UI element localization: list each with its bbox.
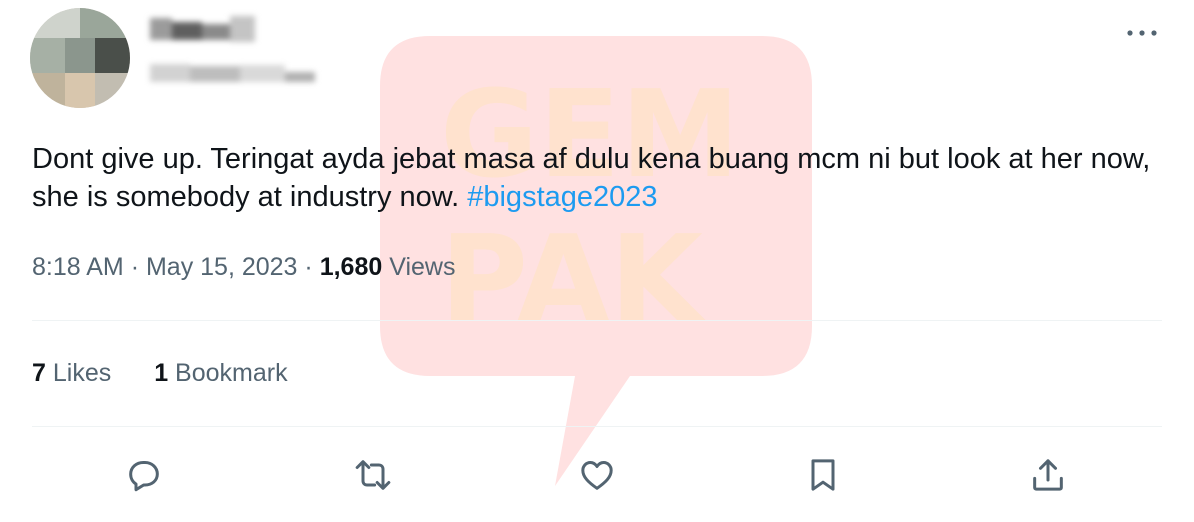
display-name-redacted[interactable] (150, 16, 255, 44)
meta-separator: · (130, 253, 140, 281)
bookmark-button[interactable] (796, 448, 850, 502)
tweet-text: Dont give up. Teringat ayda jebat masa a… (32, 140, 1162, 216)
bookmarks-label: Bookmark (175, 359, 288, 387)
tweet-time[interactable]: 8:18 AM (32, 253, 124, 281)
tweet-date[interactable]: May 15, 2023 (146, 253, 298, 281)
share-icon (1033, 459, 1063, 491)
reply-button[interactable] (117, 448, 171, 502)
like-icon (581, 461, 613, 490)
meta-separator: · (304, 253, 313, 281)
retweet-button[interactable] (346, 448, 400, 502)
share-button[interactable] (1021, 448, 1075, 502)
bookmarks-stat[interactable]: 1 Bookmark (154, 356, 287, 390)
avatar[interactable] (30, 8, 130, 108)
action-bar (0, 448, 1194, 502)
views-count: 1,680 (319, 253, 383, 281)
reply-icon (129, 461, 159, 492)
hashtag-link[interactable]: #bigstage2023 (467, 181, 657, 213)
username-redacted[interactable] (150, 62, 315, 84)
tweet-meta: 8:18 AM · May 15, 2023 · 1,680 Views (32, 250, 455, 284)
retweet-icon (355, 460, 391, 490)
watermark-logo-text: PAK (440, 211, 707, 350)
views-label: Views (389, 253, 456, 281)
bookmarks-count: 1 (154, 359, 169, 387)
bookmark-icon (811, 459, 835, 491)
divider (32, 320, 1162, 321)
engagement-stats: 7 Likes 1 Bookmark (32, 356, 288, 390)
likes-label: Likes (52, 359, 112, 387)
more-horizontal-icon[interactable] (1122, 22, 1162, 44)
divider (32, 426, 1162, 427)
like-button[interactable] (570, 448, 624, 502)
likes-count: 7 (32, 359, 46, 387)
likes-stat[interactable]: 7 Likes (32, 356, 111, 390)
